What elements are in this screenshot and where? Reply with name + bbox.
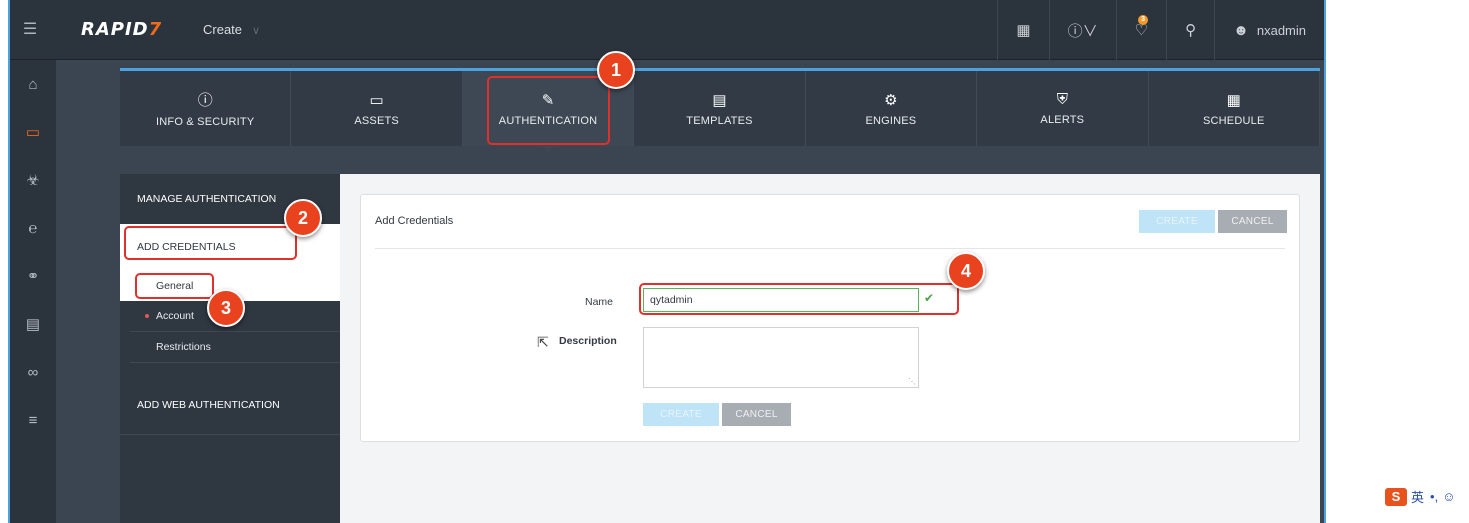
chart-icon: ▤ [25, 316, 41, 333]
app-window: ☰ RAPID7 Create ∨ ▦ ⓘ∨ ♡ 3 ⚲ ☻ nxadmin ⌂ ▭ … [8, 0, 1326, 523]
calendar-icon: ▦ [1226, 91, 1241, 109]
tab-label: INFO & SECURITY [156, 116, 255, 128]
add-web-authentication-link[interactable]: ADD WEB AUTHENTICATION [120, 375, 340, 435]
sogou-ime-icon: S [1385, 487, 1407, 506]
step-marker-4: 4 [947, 252, 985, 290]
active-tab-caret [541, 146, 556, 153]
tab-assets[interactable]: ▭ ASSETS [291, 71, 463, 146]
home-nav[interactable]: ⌂ [10, 60, 56, 108]
tab-schedule[interactable]: ▦ SCHEDULE [1149, 71, 1320, 146]
top-bar: ☰ RAPID7 Create ∨ ▦ ⓘ∨ ♡ 3 ⚲ ☻ nxadmin [10, 0, 1324, 60]
calendar-button[interactable]: ▦ [997, 0, 1048, 60]
tab-alerts[interactable]: ⛨ ALERTS [977, 71, 1149, 146]
help-icon: ⓘ∨ [1067, 22, 1098, 40]
rapid7-logo[interactable]: RAPID7 [81, 19, 162, 40]
tab-label: ALERTS [1040, 114, 1085, 126]
logo-mark: 7 [148, 19, 163, 40]
cancel-button-top[interactable]: CANCEL [1218, 210, 1287, 233]
tab-label: ASSETS [354, 114, 399, 127]
highlight-authentication-tab [487, 76, 610, 145]
description-label: Description [559, 335, 617, 347]
divider [375, 248, 1285, 249]
highlight-name-field [639, 283, 959, 315]
top-icons: ▦ ⓘ∨ ♡ 3 ⚲ ☻ nxadmin [997, 0, 1324, 60]
create-menu-label: Create [203, 22, 243, 37]
resize-handle-icon[interactable]: ⋱ [908, 377, 916, 386]
cancel-button-bottom[interactable]: CANCEL [722, 403, 791, 426]
reports-nav[interactable]: ⚭ [10, 252, 56, 300]
restrictions-label: Restrictions [156, 341, 211, 353]
ime-punctuation-label: •, [1430, 489, 1439, 504]
name-label: Name [585, 296, 614, 308]
help-button[interactable]: ⓘ∨ [1048, 0, 1116, 60]
required-dot-icon [145, 314, 149, 318]
tab-label: TEMPLATES [686, 114, 753, 127]
ime-indicator[interactable]: S 英 •, ☺ [1385, 487, 1455, 506]
award-icon: ⚭ [26, 268, 40, 285]
tab-label: SCHEDULE [1202, 114, 1265, 127]
info-icon: ⓘ [197, 92, 213, 109]
gears-icon: ⚙ [884, 91, 898, 109]
home-icon: ⌂ [28, 75, 38, 93]
user-menu[interactable]: ☻ nxadmin [1214, 0, 1324, 60]
main-content: Add Credentials CREATE CANCEL Name qytad… [340, 174, 1320, 523]
logo-text: RAPID [81, 19, 149, 40]
add-credentials-card: Add Credentials CREATE CANCEL Name qytad… [360, 194, 1300, 442]
step-marker-3: 3 [207, 289, 245, 327]
ime-emoji-icon: ☺ [1442, 489, 1456, 504]
admin-tab-bar: ⓘ INFO & SECURITY ▭ ASSETS ✎ AUTHENTICATION… [120, 68, 1320, 153]
tab-info-security[interactable]: ⓘ INFO & SECURITY [120, 71, 292, 146]
account-label: Account [156, 310, 194, 322]
notification-badge: 3 [1138, 15, 1149, 25]
list-nav[interactable]: ≡ [10, 396, 56, 444]
mouse-cursor-icon: ⇱ [537, 334, 549, 350]
hamburger-menu-icon[interactable]: ☰ [20, 20, 40, 40]
vulnerabilities-nav[interactable]: ☣ [10, 156, 56, 204]
notifications-button[interactable]: ♡ 3 [1115, 0, 1166, 60]
calendar-icon: ▦ [1016, 22, 1031, 39]
highlight-add-credentials [124, 226, 297, 260]
monitor-icon: ▭ [25, 124, 41, 141]
list-icon: ≡ [28, 411, 38, 429]
user-icon: ☻ [1233, 21, 1249, 39]
link-icon: ∞ [27, 363, 39, 381]
step-marker-2: 2 [284, 199, 322, 237]
assets-nav[interactable]: ▭ [10, 108, 56, 156]
template-icon: ▤ [712, 91, 727, 109]
monitor-icon: ▭ [369, 91, 384, 109]
dashboard-nav[interactable]: ▤ [10, 300, 56, 348]
description-textarea[interactable]: ⋱ [643, 327, 919, 388]
links-nav[interactable]: ∞ [10, 348, 56, 396]
highlight-general [135, 273, 214, 299]
card-title: Add Credentials [375, 215, 454, 227]
tab-engines[interactable]: ⚙ ENGINES [806, 71, 978, 146]
create-button-top[interactable]: CREATE [1139, 210, 1215, 233]
tab-templates[interactable]: ▤ TEMPLATES [634, 71, 806, 146]
search-button[interactable]: ⚲ [1166, 0, 1214, 60]
left-nav: ⌂ ▭ ☣ ℮ ⚭ ▤ ∞ ≡ [10, 60, 56, 523]
shield-icon: ⛨ [1056, 91, 1068, 108]
search-icon: ⚲ [1185, 22, 1197, 39]
ime-language-label: 英 [1411, 490, 1425, 505]
chevron-down-icon: ∨ [252, 25, 261, 37]
restrictions-step[interactable]: Restrictions [130, 332, 340, 363]
username: nxadmin [1256, 22, 1306, 38]
create-button-bottom[interactable]: CREATE [643, 403, 719, 426]
policy-icon: ℮ [28, 219, 38, 237]
step-marker-1: 1 [597, 51, 635, 89]
biohazard-icon: ☣ [26, 172, 40, 189]
policies-nav[interactable]: ℮ [10, 204, 56, 252]
tab-label: ENGINES [865, 114, 917, 127]
create-menu[interactable]: Create ∨ [203, 22, 260, 37]
